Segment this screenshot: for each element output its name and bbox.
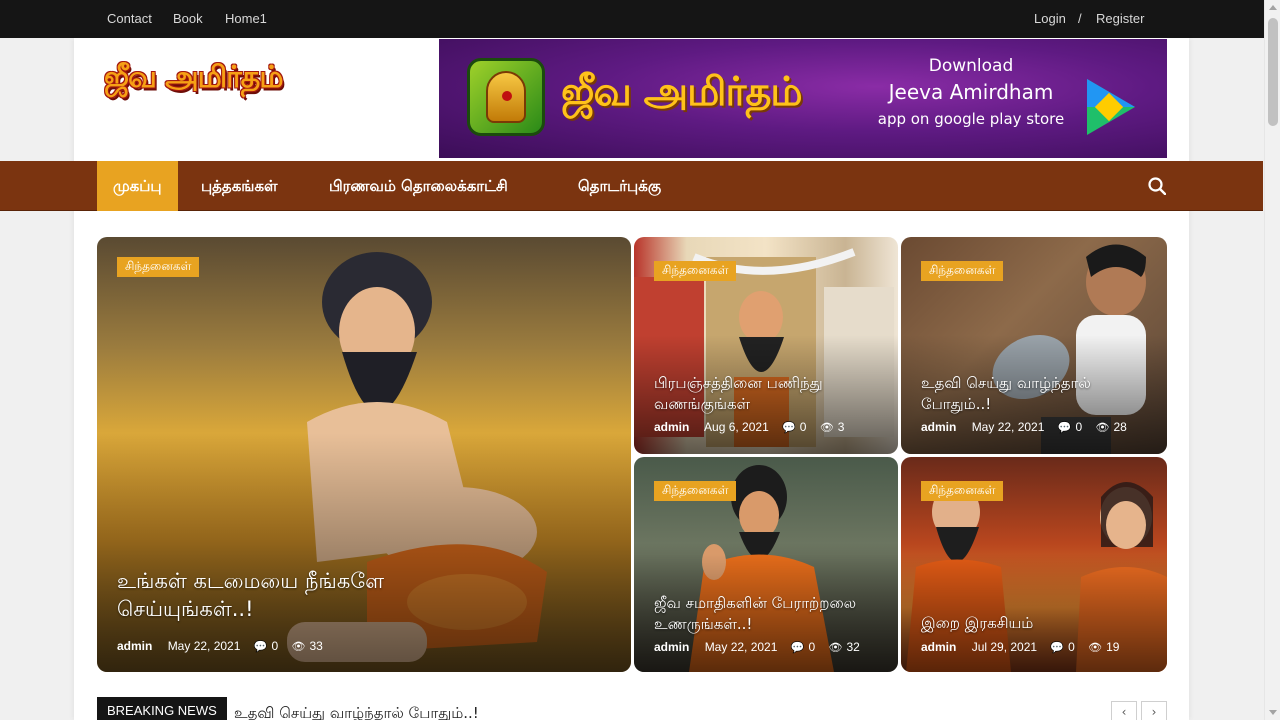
post-author[interactable]: admin: [921, 420, 956, 434]
views-icon: 👁: [1088, 642, 1103, 654]
comments-icon: 💬: [253, 641, 268, 653]
post-author[interactable]: admin: [117, 639, 152, 653]
login-separator: /: [1078, 11, 1082, 26]
scroll-down-icon[interactable]: [1269, 710, 1277, 715]
comments-icon: 💬: [782, 422, 796, 434]
post-author[interactable]: admin: [654, 420, 689, 434]
banner-line-store: app on google play store: [877, 110, 1065, 128]
search-icon[interactable]: [1148, 177, 1166, 195]
login-link[interactable]: Login: [1034, 11, 1066, 26]
post-title[interactable]: ஜீவ சமாதிகளின் பேராற்றலை உணருங்கள்..!: [654, 593, 889, 635]
featured-post-2[interactable]: சிந்தனைகள் பிரபஞ்சத்தினை பணிந்து வணங்குங…: [634, 237, 898, 454]
post-meta: admin Aug 6, 2021 💬 0 👁 3: [654, 420, 854, 434]
post-date: Jul 29, 2021: [971, 640, 1038, 654]
featured-post-3[interactable]: சிந்தனைகள் உதவி செய்து வாழ்ந்தால் போதும்…: [901, 237, 1167, 454]
post-title[interactable]: உதவி செய்து வாழ்ந்தால் போதும்..!: [921, 373, 1156, 415]
comments-icon: 💬: [1050, 642, 1065, 654]
breaking-news-headline[interactable]: உதவி செய்து வாழ்ந்தால் போதும்..!: [234, 704, 479, 720]
views-icon: 👁: [819, 422, 834, 434]
post-title[interactable]: உங்கள் கடமையை நீங்களே செய்யுங்கள்..!: [117, 567, 497, 623]
featured-post-5[interactable]: சிந்தனைகள் இறை இரகசியம் admin Jul 29, 20…: [901, 457, 1167, 672]
banner-line-download: Download: [928, 56, 1014, 76]
top-link-contact[interactable]: Contact: [107, 11, 152, 26]
logo-text: ஜீவ அமிர்தம்: [104, 60, 283, 95]
register-link[interactable]: Register: [1096, 11, 1144, 26]
post-meta: admin May 22, 2021 💬 0 👁 33: [117, 639, 333, 653]
nav-item-pranavam-tv[interactable]: பிரணவம் தொலைக்காட்சி: [313, 161, 524, 211]
post-date: May 22, 2021: [704, 640, 778, 654]
breaking-news-label: BREAKING NEWS: [97, 697, 227, 720]
comment-count: 0: [1075, 420, 1083, 434]
post-author[interactable]: admin: [921, 640, 956, 654]
app-icon: [467, 58, 545, 136]
nav-item-home[interactable]: முகப்பு: [97, 161, 178, 211]
banner-title: ஜீவ அமிர்தம்: [561, 69, 803, 115]
breaking-prev-button[interactable]: ‹: [1111, 701, 1137, 720]
nav-item-contact[interactable]: தொடர்புக்கு: [562, 161, 677, 211]
featured-post-4[interactable]: சிந்தனைகள் ஜீவ சமாதிகளின் பேராற்றலை உணரு…: [634, 457, 898, 672]
comments-icon: 💬: [790, 642, 805, 654]
comment-count: 0: [271, 639, 279, 653]
post-date: May 22, 2021: [167, 639, 241, 653]
views-icon: 👁: [828, 642, 843, 654]
page-scrollbar[interactable]: [1264, 0, 1280, 720]
post-meta: admin May 22, 2021 💬 0 👁 32: [654, 640, 870, 654]
view-count: 33: [309, 639, 323, 653]
banner-download-text: Download Jeeva Amirdham app on google pl…: [871, 55, 1071, 131]
post-date: Aug 6, 2021: [704, 420, 769, 434]
main-nav: முகப்பு புத்தகங்கள் பிரணவம் தொலைக்காட்சி…: [0, 161, 1263, 211]
category-badge[interactable]: சிந்தனைகள்: [654, 261, 737, 281]
app-ad-banner[interactable]: ஜீவ அமிர்தம் Download Jeeva Amirdham app…: [439, 39, 1167, 158]
category-badge[interactable]: சிந்தனைகள்: [654, 481, 737, 501]
category-badge[interactable]: சிந்தனைகள்: [921, 481, 1004, 501]
comment-count: 0: [1068, 640, 1075, 654]
view-count: 32: [846, 640, 860, 654]
view-count: 28: [1113, 420, 1127, 434]
comment-count: 0: [799, 420, 807, 434]
post-meta: admin May 22, 2021 💬 0 👁 28: [921, 420, 1137, 434]
banner-line-app-name: Jeeva Amirdham: [888, 80, 1054, 104]
post-title[interactable]: பிரபஞ்சத்தினை பணிந்து வணங்குங்கள்: [654, 373, 884, 415]
scroll-up-icon[interactable]: [1269, 5, 1277, 10]
top-link-book[interactable]: Book: [173, 11, 203, 26]
post-date: May 22, 2021: [971, 420, 1045, 434]
views-icon: 👁: [291, 641, 306, 653]
views-icon: 👁: [1095, 422, 1110, 434]
category-badge[interactable]: சிந்தனைகள்: [117, 257, 200, 277]
site-logo[interactable]: ஜீவ அமிர்தம்: [104, 60, 334, 112]
top-bar: Contact Book Home1 Login / Register: [0, 0, 1264, 38]
comments-icon: 💬: [1057, 422, 1072, 434]
comment-count: 0: [808, 640, 816, 654]
view-count: 3: [837, 420, 845, 434]
breaking-news-bar: BREAKING NEWS உதவி செய்து வாழ்ந்தால் போத…: [97, 697, 1167, 720]
post-title[interactable]: இறை இரகசியம்: [921, 613, 1156, 634]
scrollbar-thumb[interactable]: [1268, 18, 1278, 126]
post-author[interactable]: admin: [654, 640, 689, 654]
nav-item-books[interactable]: புத்தகங்கள்: [185, 161, 294, 211]
featured-post-main[interactable]: சிந்தனைகள் உங்கள் கடமையை நீங்களே செய்யுங…: [97, 237, 631, 672]
app-icon-emblem: [486, 71, 526, 123]
top-link-home1[interactable]: Home1: [225, 11, 267, 26]
breaking-next-button[interactable]: ›: [1141, 701, 1167, 720]
view-count: 19: [1106, 640, 1120, 654]
post-meta: admin Jul 29, 2021 💬 0 👁 19: [921, 640, 1129, 654]
category-badge[interactable]: சிந்தனைகள்: [921, 261, 1004, 281]
